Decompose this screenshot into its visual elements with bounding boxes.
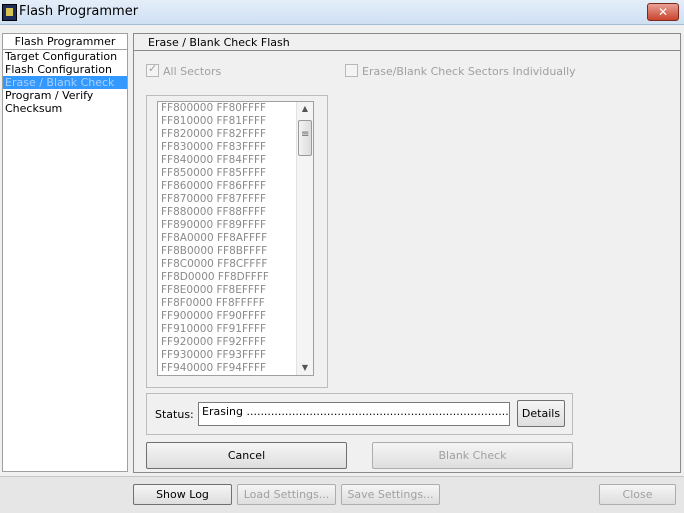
window-title: Flash Programmer [19,4,139,19]
sector-list-item[interactable]: FF8A0000 FF8AFFFF [158,232,313,245]
sector-listbox[interactable]: FF800000 FF80FFFF FF810000 FF81FFFF FF8200… [157,101,314,376]
list-scrollbar[interactable]: ▲ ▼ [296,102,313,375]
sector-list-item[interactable]: FF800000 FF80FFFF [158,102,313,115]
sector-list-item[interactable]: FF840000 FF84FFFF [158,154,313,167]
app-icon [2,4,17,21]
show-log-button[interactable]: Show Log [133,484,232,505]
individual-sectors-checkbox[interactable]: Erase/Blank Check Sectors Individually [345,64,576,78]
sector-list-item[interactable]: FF930000 FF93FFFF [158,349,313,362]
nav-item-erase-blank-check[interactable]: Erase / Blank Check [3,76,127,89]
close-button[interactable]: Close [599,484,676,505]
panel-title: Erase / Blank Check Flash [134,34,680,51]
all-sectors-checkbox[interactable]: All Sectors [146,62,222,78]
checkbox-icon [345,64,358,77]
sector-list-item[interactable]: FF810000 FF81FFFF [158,115,313,128]
sector-list-item[interactable]: FF830000 FF83FFFF [158,141,313,154]
scroll-thumb[interactable] [298,120,312,156]
sector-list-item[interactable]: FF880000 FF88FFFF [158,206,313,219]
sector-list-item[interactable]: FF910000 FF91FFFF [158,323,313,336]
sector-list-item[interactable]: FF900000 FF90FFFF [158,310,313,323]
nav-item-program-verify[interactable]: Program / Verify [3,89,127,102]
details-button[interactable]: Details [517,400,565,427]
cancel-button[interactable]: Cancel [146,442,347,469]
nav-header: Flash Programmer [3,34,127,50]
sector-list-item[interactable]: FF8F0000 FF8FFFFF [158,297,313,310]
nav-item-checksum[interactable]: Checksum [3,102,127,115]
window-close-button[interactable]: ✕ [647,3,679,21]
status-field: Erasing ................................… [198,402,510,426]
sector-list-item[interactable]: FF8B0000 FF8BFFFF [158,245,313,258]
sector-list-item[interactable]: FF850000 FF85FFFF [158,167,313,180]
sector-list-item[interactable]: FF870000 FF87FFFF [158,193,313,206]
nav-item-flash-configuration[interactable]: Flash Configuration [3,63,127,76]
load-settings-button[interactable]: Load Settings... [237,484,336,505]
sector-list-item[interactable]: FF890000 FF89FFFF [158,219,313,232]
sector-list-item[interactable]: FF8E0000 FF8EFFFF [158,284,313,297]
erase-panel: Erase / Blank Check Flash All Sectors Er… [133,33,681,473]
status-label: Status: [155,408,194,421]
all-sectors-label: All Sectors [163,65,222,78]
status-frame: Status: Erasing ........................… [146,393,573,435]
checkbox-icon [146,62,159,77]
sector-list-item[interactable]: FF8C0000 FF8CFFFF [158,258,313,271]
sector-list-item[interactable]: FF860000 FF86FFFF [158,180,313,193]
individual-sectors-label: Erase/Blank Check Sectors Individually [362,65,576,78]
scroll-down-arrow-icon[interactable]: ▼ [297,361,313,375]
nav-item-target-configuration[interactable]: Target Configuration [3,50,127,63]
sector-list-item[interactable]: FF8D0000 FF8DFFFF [158,271,313,284]
save-settings-button[interactable]: Save Settings... [341,484,440,505]
nav-panel: Flash Programmer Target Configuration Fl… [2,33,128,472]
scroll-up-arrow-icon[interactable]: ▲ [297,102,313,116]
sector-list: FF800000 FF80FFFF FF810000 FF81FFFF FF8200… [158,102,313,375]
footer-bar: Show Log Load Settings... Save Settings.… [0,476,684,513]
sector-list-frame: FF800000 FF80FFFF FF810000 FF81FFFF FF8200… [146,95,328,388]
sector-list-item[interactable]: FF820000 FF82FFFF [158,128,313,141]
sector-list-item[interactable]: FF940000 FF94FFFF [158,362,313,375]
title-bar: Flash Programmer ✕ [0,0,684,25]
sector-list-item[interactable]: FF920000 FF92FFFF [158,336,313,349]
blank-check-button[interactable]: Blank Check [372,442,573,469]
